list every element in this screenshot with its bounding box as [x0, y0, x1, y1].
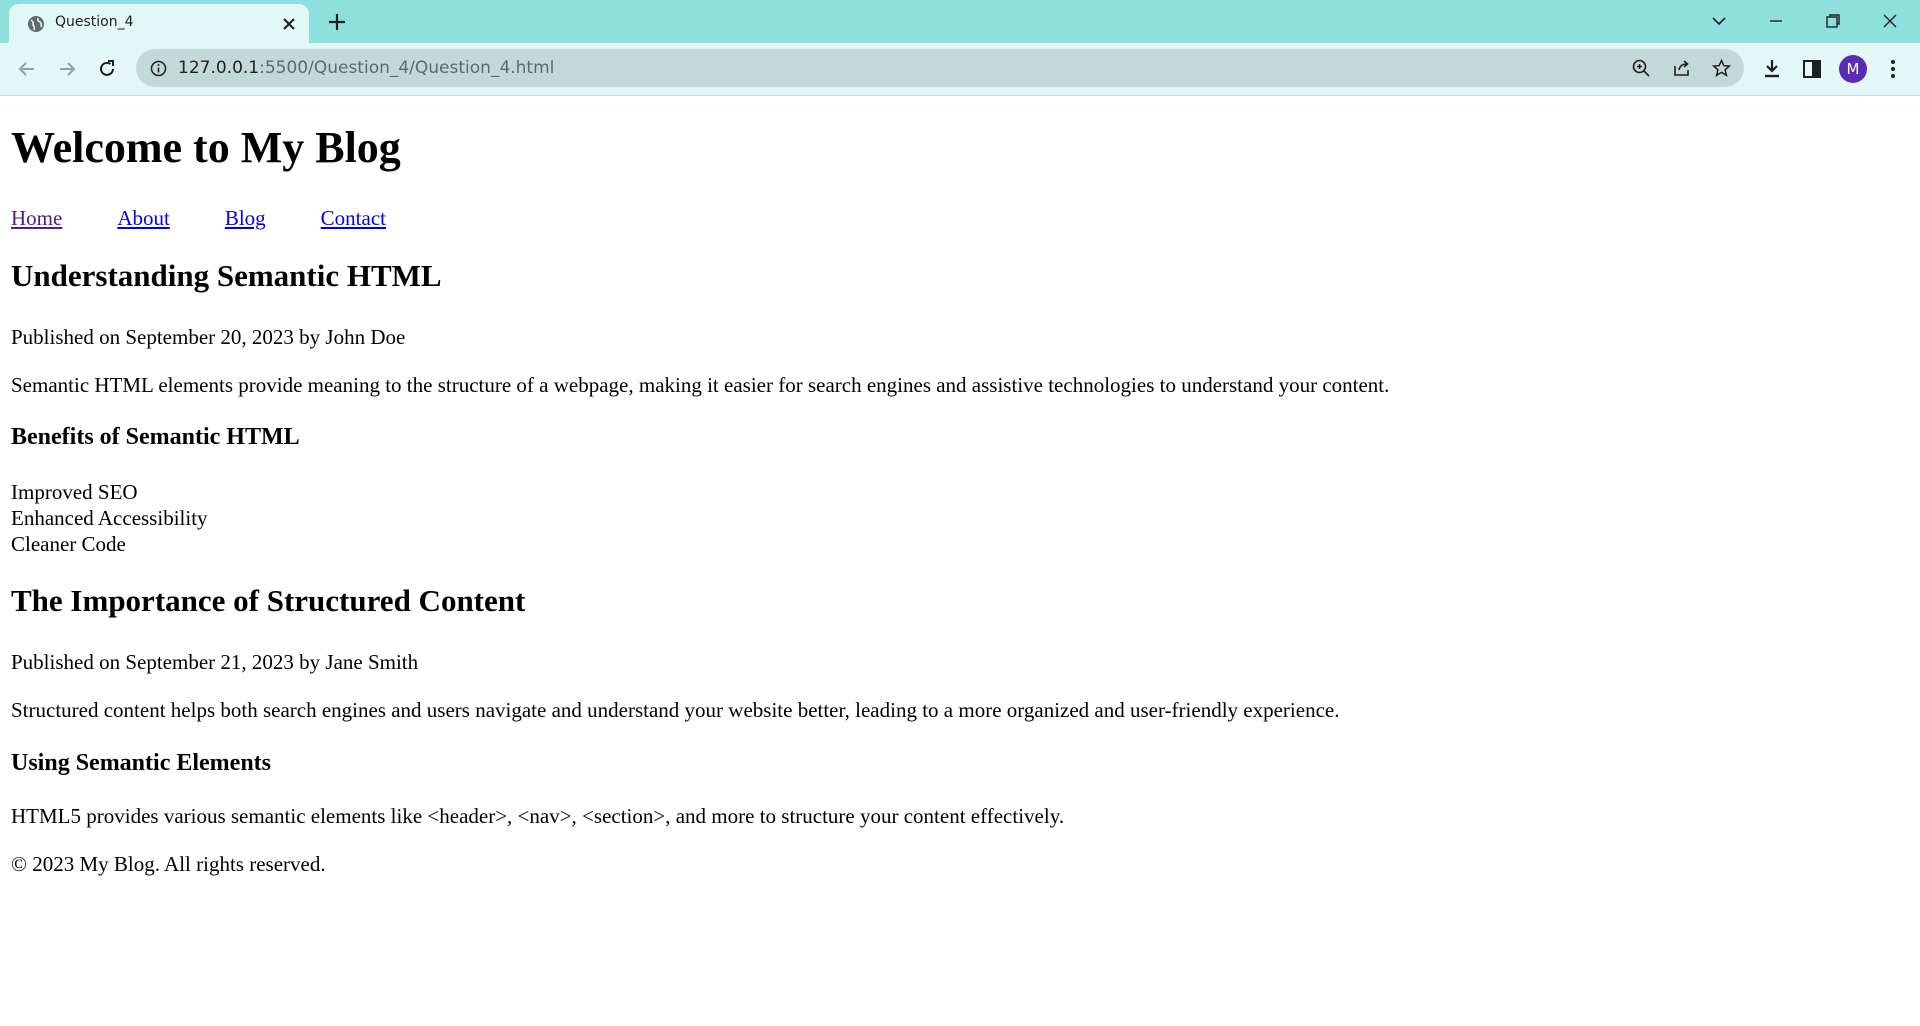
forward-icon[interactable] — [55, 57, 79, 81]
url-path: :5500/Question_4/Question_4.html — [259, 58, 555, 78]
address-url[interactable]: 127.0.0.1:5500/Question_4/Question_4.htm… — [178, 58, 554, 78]
url-host: 127.0.0.1 — [178, 58, 260, 78]
article-meta: Published on September 20, 2023 by John … — [11, 325, 406, 349]
address-bar[interactable]: 127.0.0.1:5500/Question_4/Question_4.htm… — [136, 49, 1744, 87]
close-tab-icon[interactable] — [280, 15, 298, 33]
tab-strip: Question_4 — [0, 0, 1920, 43]
download-icon[interactable] — [1760, 57, 1784, 81]
profile-avatar[interactable]: M — [1839, 55, 1867, 83]
nav-link-blog[interactable]: Blog — [225, 206, 266, 230]
close-window-icon[interactable] — [1879, 10, 1901, 32]
tab-search-chevron-icon[interactable] — [1708, 10, 1730, 32]
new-tab-icon[interactable] — [326, 11, 348, 33]
browser-tab[interactable]: Question_4 — [9, 4, 309, 43]
nav-link-contact[interactable]: Contact — [321, 206, 386, 230]
minimize-icon[interactable] — [1765, 10, 1787, 32]
list-item: Cleaner Code — [11, 532, 126, 556]
article-subheading: Benefits of Semantic HTML — [11, 424, 300, 450]
page-footer: © 2023 My Blog. All rights reserved. — [11, 852, 326, 876]
restore-icon[interactable] — [1822, 10, 1844, 32]
list-item: Improved SEO — [11, 480, 138, 504]
benefits-list: Improved SEO Enhanced Accessibility Clea… — [11, 479, 208, 557]
article-title: Understanding Semantic HTML — [11, 258, 442, 293]
share-icon[interactable] — [1671, 58, 1692, 79]
article-meta: Published on September 21, 2023 by Jane … — [11, 650, 419, 674]
zoom-icon[interactable] — [1631, 58, 1652, 79]
page-content: Welcome to My Blog Home About Blog Contact … — [0, 96, 1920, 1026]
menu-kebab-icon[interactable] — [1881, 57, 1905, 81]
browser-toolbar: 127.0.0.1:5500/Question_4/Question_4.htm… — [0, 43, 1920, 96]
side-panel-icon[interactable] — [1800, 57, 1824, 81]
nav-link-about[interactable]: About — [117, 206, 170, 230]
article-subtext: HTML5 provides various semantic elements… — [11, 804, 1065, 828]
back-icon[interactable] — [15, 57, 39, 81]
nav-link-home[interactable]: Home — [11, 206, 62, 230]
tab-title: Question_4 — [55, 14, 134, 30]
site-nav: Home About Blog Contact — [11, 205, 441, 231]
article-text: Semantic HTML elements provide meaning t… — [11, 373, 1390, 397]
article-text: Structured content helps both search eng… — [11, 698, 1340, 722]
reload-icon[interactable] — [95, 57, 119, 81]
site-info-icon[interactable] — [150, 60, 167, 77]
bookmark-star-icon[interactable] — [1711, 58, 1732, 79]
list-item: Enhanced Accessibility — [11, 506, 208, 530]
globe-icon — [28, 16, 44, 32]
article-subheading: Using Semantic Elements — [11, 750, 271, 776]
site-title: Welcome to My Blog — [11, 123, 401, 172]
article-title: The Importance of Structured Content — [11, 583, 526, 618]
